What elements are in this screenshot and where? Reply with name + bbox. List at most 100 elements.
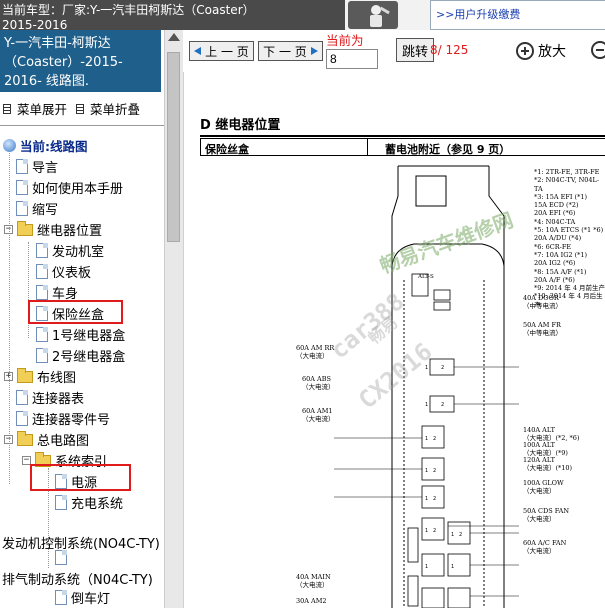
- upgrade-banner[interactable]: >>用户升级缴费: [345, 0, 605, 30]
- tree-item-label: 如何使用本手册: [32, 182, 124, 197]
- svg-text:2: 2: [433, 468, 436, 474]
- footnote: *4: N04C-TA: [534, 217, 576, 226]
- tree-item-label: 2号继电器盒: [52, 350, 126, 365]
- menu-collapse-button[interactable]: 菜单折叠: [76, 99, 140, 118]
- fuse-current: （大电流）: [296, 351, 329, 360]
- nav-title-line3: 2016- 线路图.: [4, 74, 90, 89]
- zoom-out-icon[interactable]: [591, 41, 605, 59]
- arrow-right-icon: [310, 47, 318, 55]
- zoom-in-button[interactable]: 放大: [516, 41, 566, 61]
- expand-icon[interactable]: +: [4, 372, 13, 381]
- list-icon: [3, 103, 11, 114]
- tree-item-label: 发动机控制系统(NO4C-TY): [2, 537, 160, 552]
- footnote: *2: N04C-TV, N04L-TA: [534, 176, 600, 193]
- fuse-alt-140: 140A ALT （大电流）(*2, *6) 100A ALT （大电流）(*9…: [523, 426, 579, 472]
- tree-item-label: 缩写: [32, 203, 59, 218]
- tree-item-label: 导言: [32, 161, 59, 176]
- tree-item-label: 仪表板: [52, 266, 92, 281]
- menu-expand-button[interactable]: 菜单展开: [3, 99, 67, 118]
- document-icon: [16, 390, 28, 405]
- svg-text:2: 2: [433, 436, 436, 442]
- footnote: *1: 2TR-FE, 3TR-FE: [534, 168, 600, 176]
- location-heading: 蓄电池附近（参见 9 页）: [385, 143, 511, 156]
- tree-item-label: 连接器表: [32, 392, 85, 407]
- document-icon: [36, 348, 48, 363]
- fuse-main: 40A MAIN （大电流）: [296, 573, 331, 589]
- svg-text:1: 1: [425, 402, 428, 408]
- car-title-line1: 当前车型：厂家:Y-一汽丰田柯斯达（Coaster）: [2, 3, 255, 17]
- tree-item-connector-part-no[interactable]: 连接器零件号: [16, 408, 110, 429]
- sidebar-divider: [0, 125, 165, 126]
- fuse-am2: 30A AM2: [296, 597, 327, 606]
- document-icon: [36, 285, 48, 300]
- tree-item-connector-table[interactable]: 连接器表: [16, 387, 84, 408]
- fuse-name: 30A AM2: [296, 597, 327, 605]
- location-header: 保险丝盒 蓄电池附近（参见 9 页）: [200, 138, 605, 156]
- tree-item-label: 继电器位置: [37, 224, 103, 239]
- highlight-fuse-box: [28, 300, 123, 324]
- arrow-left-icon: [194, 47, 202, 55]
- nav-title-line1: Y-一汽丰田-柯斯达: [4, 36, 111, 51]
- tree-item-intro[interactable]: 导言: [16, 156, 58, 177]
- nav-title-line2: （Coaster）-2015-: [4, 55, 123, 70]
- tree-item-doc-icon: [55, 547, 67, 568]
- svg-text:2: 2: [433, 528, 436, 534]
- tree-item-backup-light[interactable]: 倒车灯: [55, 587, 110, 608]
- tree-item-relay-box-2[interactable]: 2号继电器盒: [36, 345, 125, 366]
- fuse-glow: 100A GLOW （大电流）: [523, 479, 564, 495]
- footnote: *8: 15A A/F (*1): [534, 267, 587, 276]
- footnotes: *1: 2TR-FE, 3TR-FE *2: N04C-TV, N04L-TA …: [534, 168, 605, 309]
- title-rule: [200, 135, 605, 137]
- tree-item-instrument-panel[interactable]: 仪表板: [36, 261, 91, 282]
- prev-page-button[interactable]: 上 一 页: [189, 41, 254, 61]
- folder-open-icon: [17, 430, 33, 446]
- tree-item-engine-control[interactable]: 发动机控制系统(NO4C-TY): [2, 532, 160, 553]
- sidebar-scrollbar[interactable]: [164, 30, 183, 608]
- document-icon: [36, 264, 48, 279]
- footnote: 15A ECD (*2): [534, 201, 579, 210]
- tree-view: 当前:线路图 导言 如何使用本手册 缩写 − 继电器位置 发动机室 仪表板 车身…: [0, 130, 165, 608]
- page-number-input[interactable]: [326, 49, 378, 69]
- tree-current[interactable]: 当前:线路图: [3, 135, 88, 156]
- jump-button[interactable]: 跳转: [396, 38, 434, 62]
- footnote: *5: 10A ETCS (*1 *6): [534, 226, 604, 235]
- fuse-abs: 60A ABS （大电流）: [302, 375, 335, 391]
- mechanic-icon: [370, 5, 390, 27]
- document-icon: [55, 550, 67, 565]
- tree-item-charging-system[interactable]: 充电系统: [55, 492, 123, 513]
- fuse-current: （大电流）(*10): [523, 463, 573, 472]
- footnote: *10: 2014 年 4 月后生产: [534, 292, 603, 309]
- tree-item-wiring-diagram[interactable]: + 布线图: [4, 366, 76, 387]
- svg-text:1: 1: [451, 564, 454, 570]
- current-car-title: 当前车型：厂家:Y-一汽丰田柯斯达（Coaster） 2015-2016: [2, 3, 292, 30]
- fuse-current: （大电流）: [302, 414, 335, 423]
- tree-item-label: 发动机室: [52, 245, 105, 260]
- car-title-line2: 2015-2016: [2, 18, 68, 30]
- tree-item-how-to-use[interactable]: 如何使用本手册: [16, 177, 123, 198]
- upgrade-link[interactable]: >>用户升级缴费: [436, 6, 520, 22]
- tree-item-relay-locations[interactable]: − 继电器位置: [4, 219, 102, 240]
- zoom-in-label: 放大: [538, 44, 566, 60]
- tree-item-label: 布线图: [37, 371, 77, 386]
- tree-item-abbreviations[interactable]: 缩写: [16, 198, 58, 219]
- list-icon: [76, 103, 84, 114]
- footnote: 20A A/F (*6): [534, 275, 575, 284]
- next-page-button[interactable]: 下 一 页: [258, 41, 323, 61]
- collapse-icon[interactable]: −: [4, 435, 13, 444]
- tree-item-engine-room[interactable]: 发动机室: [36, 240, 104, 261]
- document-icon: [55, 495, 67, 510]
- svg-text:1: 1: [425, 365, 428, 371]
- svg-text:1: 1: [425, 468, 428, 474]
- tree-item-exhaust-brake[interactable]: 排气制动系统（N04C-TY): [2, 568, 153, 589]
- next-page-label: 下 一 页: [263, 44, 307, 59]
- banner-graphic: [348, 1, 398, 29]
- scroll-up-arrow-icon[interactable]: [168, 33, 180, 41]
- tree-item-relay-box-1[interactable]: 1号继电器盒: [36, 324, 125, 345]
- fuse-am1: 60A AM1 （大电流）: [302, 407, 335, 423]
- document-icon: [16, 201, 28, 216]
- fuse-am-rr: 60A AM RR （大电流）: [296, 344, 334, 360]
- footnote: 20A EFI (*6): [534, 209, 576, 218]
- scroll-thumb[interactable]: [167, 52, 180, 242]
- tree-item-overall-diagram[interactable]: − 总电路图: [4, 429, 89, 450]
- collapse-icon[interactable]: −: [4, 225, 13, 234]
